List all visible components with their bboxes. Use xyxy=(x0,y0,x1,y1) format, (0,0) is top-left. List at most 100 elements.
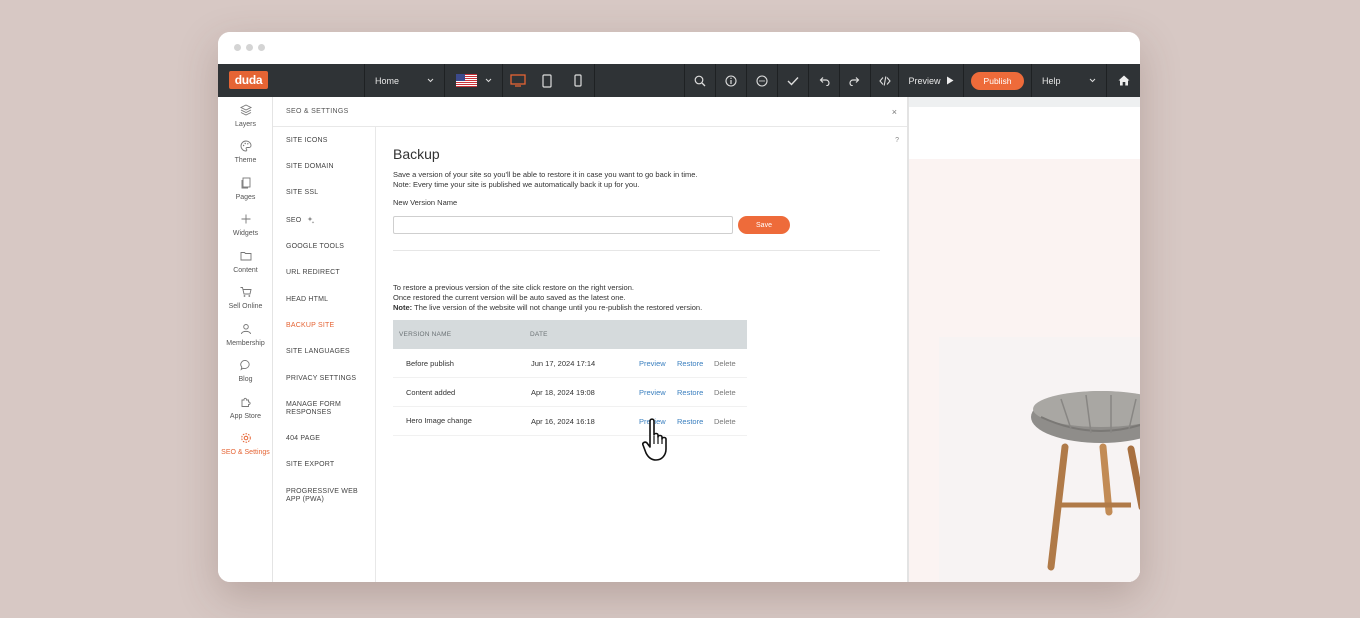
table-row: Before publish Jun 17, 2024 17:14 Previe… xyxy=(393,349,747,378)
restore-line-2: Once restored the current version will b… xyxy=(393,293,626,302)
sidebar-item-label: Blog xyxy=(238,376,253,383)
mobile-icon xyxy=(574,74,582,87)
window-chrome xyxy=(218,32,1140,64)
hand-cursor-icon xyxy=(642,418,667,461)
chevron-down-icon xyxy=(485,78,491,83)
nav-pwa[interactable]: PROGRESSIVE WEB APP (PWA) xyxy=(286,488,358,504)
checklist-button[interactable] xyxy=(777,64,808,97)
user-icon xyxy=(240,324,251,335)
nav-404-page[interactable]: 404 PAGE xyxy=(286,435,366,443)
page-select[interactable]: Home xyxy=(364,64,444,97)
settings-nav: SITE ICONS SITE DOMAIN SITE SSL SEO GOOG… xyxy=(273,127,376,582)
sidebar-item-label: Membership xyxy=(226,340,265,347)
sidebar-item-content[interactable]: Content xyxy=(218,250,273,274)
delete-link[interactable]: Delete xyxy=(714,417,736,426)
version-date: Jun 17, 2024 17:14 xyxy=(531,359,596,368)
publish-area: Publish xyxy=(963,64,1031,97)
redo-button[interactable] xyxy=(839,64,870,97)
sidebar-item-sell-online[interactable]: Sell Online xyxy=(218,286,273,310)
delete-link[interactable]: Delete xyxy=(714,388,736,397)
window-dot xyxy=(246,44,253,51)
chevron-down-icon xyxy=(427,78,434,83)
sidebar-item-label: Theme xyxy=(234,157,257,164)
help-select[interactable]: Help xyxy=(1031,64,1106,97)
pages-icon xyxy=(241,177,250,189)
sidebar-item-label: Content xyxy=(233,267,258,274)
comments-button[interactable] xyxy=(746,64,777,97)
nav-site-icons[interactable]: SITE ICONS xyxy=(286,137,366,145)
column-date: DATE xyxy=(530,331,548,338)
save-button[interactable]: Save xyxy=(738,216,790,234)
chat-icon xyxy=(239,360,250,371)
nav-head-html[interactable]: HEAD HTML xyxy=(286,296,366,304)
comment-icon xyxy=(756,74,768,87)
info-button[interactable] xyxy=(715,64,746,97)
gear-icon xyxy=(240,433,251,443)
restore-link[interactable]: Restore xyxy=(677,359,703,368)
search-button[interactable] xyxy=(684,64,715,97)
toolbar-spacer xyxy=(594,64,684,97)
sidebar-item-pages[interactable]: Pages xyxy=(218,177,273,201)
nav-site-languages[interactable]: SITE LANGUAGES xyxy=(286,348,366,356)
duda-logo[interactable]: duda xyxy=(229,71,268,89)
nav-google-tools[interactable]: GOOGLE TOOLS xyxy=(286,243,366,251)
nav-site-domain[interactable]: SITE DOMAIN xyxy=(286,163,366,171)
restore-link[interactable]: Restore xyxy=(677,417,703,426)
layers-icon xyxy=(239,104,252,116)
sidebar-item-membership[interactable]: Membership xyxy=(218,323,273,347)
publish-button[interactable]: Publish xyxy=(970,71,1025,90)
help-icon[interactable]: ? xyxy=(895,137,899,144)
window-dot xyxy=(234,44,241,51)
mobile-view-button[interactable] xyxy=(562,64,594,97)
home-button[interactable] xyxy=(1106,64,1140,97)
preview-button[interactable]: Preview xyxy=(898,64,963,97)
close-icon[interactable]: × xyxy=(892,107,897,117)
version-name: Content added xyxy=(406,388,456,397)
undo-icon xyxy=(819,76,830,86)
sidebar-item-layers[interactable]: Layers xyxy=(218,104,273,128)
sidebar-item-widgets[interactable]: Widgets xyxy=(218,213,273,237)
window-dot xyxy=(258,44,265,51)
preview-header-strip xyxy=(909,97,1140,107)
delete-link[interactable]: Delete xyxy=(714,359,736,368)
undo-button[interactable] xyxy=(808,64,839,97)
new-version-label: New Version Name xyxy=(393,198,458,207)
nav-privacy-settings[interactable]: PRIVACY SETTINGS xyxy=(286,375,366,383)
intro-line-1: Save a version of your site so you'll be… xyxy=(393,170,698,179)
restore-line-1: To restore a previous version of the sit… xyxy=(393,283,634,292)
chevron-down-icon xyxy=(1089,78,1096,83)
table-row: Hero Image change Apr 16, 2024 16:18 Pre… xyxy=(393,407,747,436)
dev-mode-button[interactable] xyxy=(870,64,898,97)
nav-url-redirect[interactable]: URL REDIRECT xyxy=(286,269,366,277)
checkmark-icon xyxy=(787,76,799,86)
sidebar-item-theme[interactable]: Theme xyxy=(218,140,273,164)
restore-link[interactable]: Restore xyxy=(677,388,703,397)
redo-icon xyxy=(849,76,860,86)
sidebar-item-app-store[interactable]: App Store xyxy=(218,396,273,420)
column-version-name: VERSION NAME xyxy=(399,331,452,338)
nav-backup-site[interactable]: BACKUP SITE xyxy=(286,322,366,330)
preview-link[interactable]: Preview xyxy=(639,359,666,368)
plus-icon xyxy=(241,214,250,224)
table-header: VERSION NAME DATE xyxy=(393,320,747,349)
nav-seo[interactable]: SEO xyxy=(286,216,366,225)
version-date: Apr 18, 2024 19:08 xyxy=(531,388,595,397)
language-select[interactable] xyxy=(444,64,502,97)
page-select-value: Home xyxy=(375,75,400,86)
sidebar-item-label: Pages xyxy=(235,194,256,201)
intro-line-2: Note: Every time your site is published … xyxy=(393,180,640,189)
version-name: Hero Image change xyxy=(406,416,472,425)
code-icon xyxy=(878,75,891,86)
sidebar-item-label: Widgets xyxy=(232,230,259,237)
new-version-input[interactable] xyxy=(393,216,733,234)
sidebar-item-blog[interactable]: Blog xyxy=(218,359,273,383)
nav-site-ssl[interactable]: SITE SSL xyxy=(286,189,366,197)
nav-site-export[interactable]: SITE EXPORT xyxy=(286,461,366,469)
desktop-view-button[interactable] xyxy=(502,64,532,97)
sidebar-item-label: App Store xyxy=(229,413,262,420)
tablet-view-button[interactable] xyxy=(532,64,562,97)
left-sidebar: Layers Theme Pages Widgets Content Sell … xyxy=(218,97,273,582)
nav-manage-form-responses[interactable]: MANAGE FORM RESPONSES xyxy=(286,401,348,417)
sidebar-item-seo-settings[interactable]: SEO & Settings xyxy=(218,432,273,456)
preview-link[interactable]: Preview xyxy=(639,388,666,397)
